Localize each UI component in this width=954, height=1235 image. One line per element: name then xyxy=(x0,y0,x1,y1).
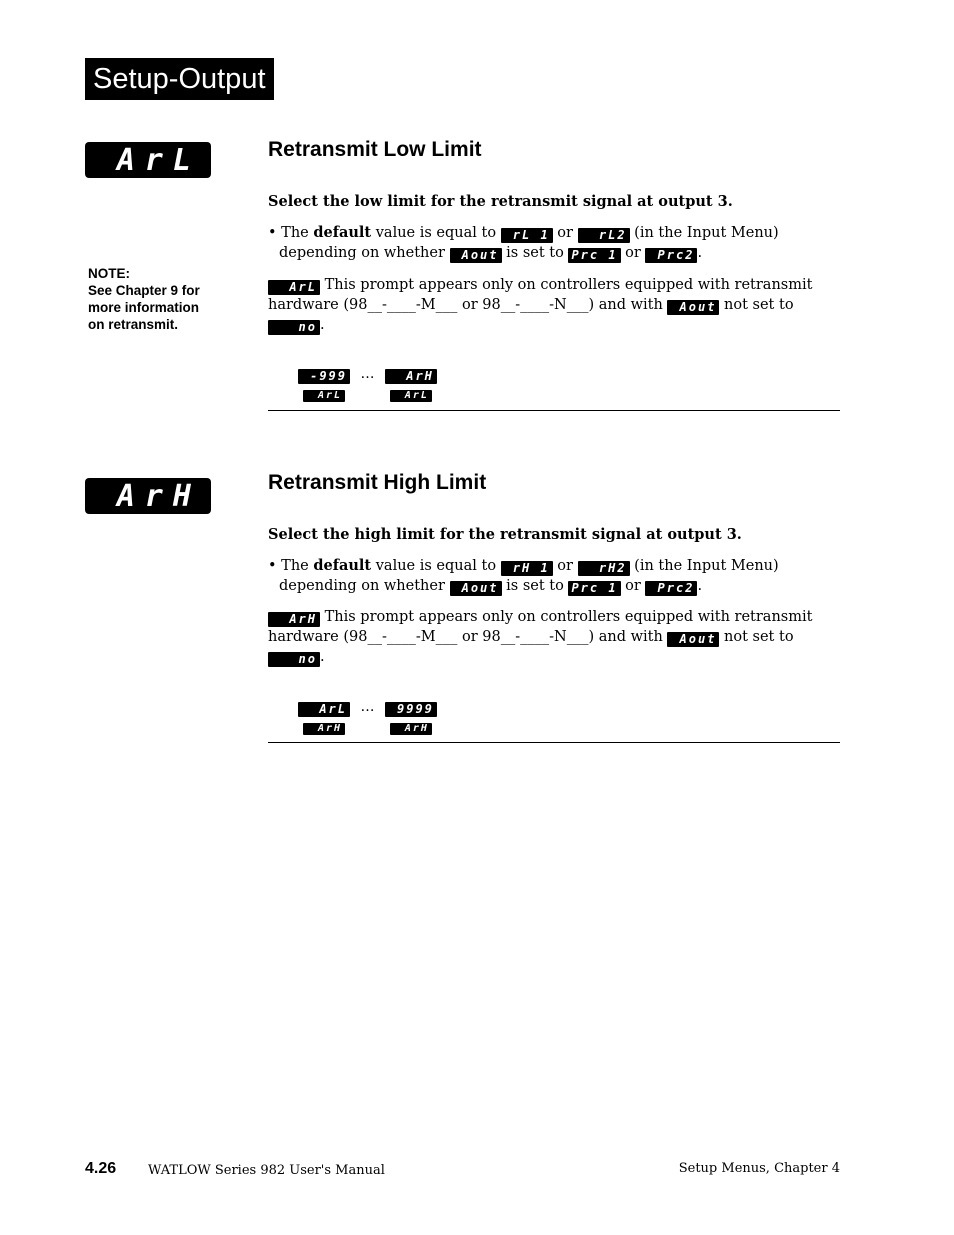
text: . xyxy=(697,578,703,594)
lcd-code: rH 1 xyxy=(500,561,553,576)
lead-text: Select the high limit for the retransmit… xyxy=(268,526,742,543)
lcd-code: no xyxy=(268,320,320,335)
text: or xyxy=(620,245,646,261)
display-text: ArL xyxy=(116,142,201,178)
text: or xyxy=(552,558,578,574)
lcd-code: Prc2 xyxy=(645,248,698,263)
chapter-label: Setup Menus, Chapter 4 xyxy=(678,1161,840,1176)
heading-retransmit-low: Retransmit Low Limit xyxy=(268,138,482,161)
lcd-code: Aout xyxy=(449,581,502,596)
range-high-sub: ArL xyxy=(389,390,432,402)
range-high: 9999 xyxy=(384,702,437,717)
text: value is equal to xyxy=(371,558,501,574)
range-low: ArL xyxy=(298,702,350,717)
lcd-code: Prc 1 xyxy=(568,581,621,596)
text: depending on whether xyxy=(279,578,450,594)
text-bold: default xyxy=(313,557,372,574)
text: • The xyxy=(268,225,314,241)
display-arh: ArH xyxy=(85,478,211,514)
divider xyxy=(268,742,840,743)
text: depending on whether xyxy=(279,245,450,261)
default-bullet: • The default value is equal to rH 1 or … xyxy=(268,556,843,596)
manual-title: WATLOW Series 982 User's Manual xyxy=(148,1163,385,1178)
note-line: on retransmit. xyxy=(88,317,179,332)
text: . xyxy=(697,245,703,261)
text: • The xyxy=(268,558,314,574)
lcd-code: Aout xyxy=(449,248,502,263)
range-display: ArL ArH … 9999 ArH xyxy=(298,699,437,735)
display-text: ArH xyxy=(116,478,201,514)
text: value is equal to xyxy=(371,225,501,241)
prompt-note: ArL This prompt appears only on controll… xyxy=(268,275,843,335)
prompt-note: ArH This prompt appears only on controll… xyxy=(268,607,843,667)
range-high-sub: ArH xyxy=(389,723,432,735)
side-note: NOTE: See Chapter 9 for more information… xyxy=(88,265,200,333)
heading-retransmit-high: Retransmit High Limit xyxy=(268,471,487,494)
text-bold: default xyxy=(313,224,372,241)
note-line: more information xyxy=(88,300,200,315)
divider xyxy=(268,410,840,411)
lcd-code: Prc 1 xyxy=(568,248,621,263)
text: or xyxy=(552,225,578,241)
note-line: See Chapter 9 for xyxy=(88,283,200,298)
note-label: NOTE: xyxy=(88,266,130,281)
range-high: ArH xyxy=(384,369,437,384)
range-low-sub: ArL xyxy=(303,390,345,402)
ellipsis: … xyxy=(360,699,375,715)
text: . xyxy=(320,317,325,333)
lead-text: Select the low limit for the retransmit … xyxy=(268,193,733,210)
lcd-code: ArL xyxy=(268,280,320,295)
lcd-code: rL2 xyxy=(577,228,630,243)
text: (in the Input Menu) xyxy=(629,558,779,574)
lcd-code: rH2 xyxy=(577,561,630,576)
page-number: 4.26 xyxy=(85,1160,117,1177)
lcd-code: ArH xyxy=(268,612,320,627)
range-low-sub: ArH xyxy=(303,723,345,735)
section-title: Setup-Output xyxy=(85,58,274,100)
text: . xyxy=(320,649,325,665)
text: is set to xyxy=(501,245,569,261)
text: (in the Input Menu) xyxy=(629,225,779,241)
lcd-code: rL 1 xyxy=(500,228,553,243)
text: not set to xyxy=(719,629,794,645)
range-display: -999 ArL … ArH ArL xyxy=(298,366,437,402)
range-low: -999 xyxy=(298,369,350,384)
text: is set to xyxy=(501,578,569,594)
default-bullet: • The default value is equal to rL 1 or … xyxy=(268,223,843,263)
lcd-code: Aout xyxy=(667,632,720,647)
lcd-code: no xyxy=(268,652,320,667)
text: or xyxy=(620,578,646,594)
text: not set to xyxy=(719,297,794,313)
lcd-code: Aout xyxy=(667,300,720,315)
ellipsis: … xyxy=(360,366,375,382)
display-arl: ArL xyxy=(85,142,211,178)
lcd-code: Prc2 xyxy=(645,581,698,596)
